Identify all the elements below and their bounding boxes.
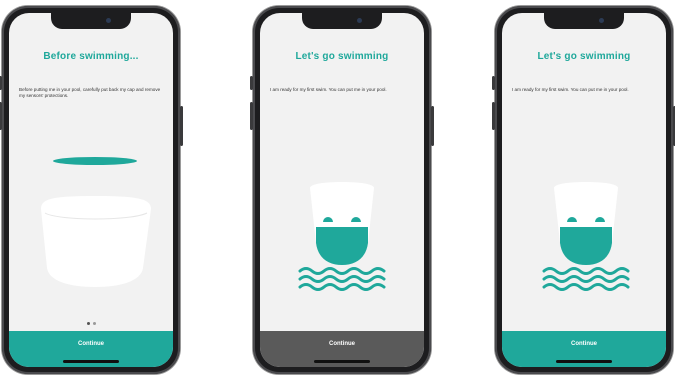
cap-and-sensor-cup-icon: [41, 157, 151, 287]
power-button: [180, 106, 183, 146]
screen-lets-go-swimming: Let's go swimming I am ready for my firs…: [502, 13, 666, 367]
waves-icon: [542, 267, 630, 291]
phone-frame-3: Let's go swimming I am ready for my firs…: [492, 6, 675, 374]
page-dot-active: [86, 322, 90, 325]
pagination-dots: [9, 322, 173, 325]
side-button: [492, 76, 495, 90]
phone-frame-2: Let's go swimming I am ready for my firs…: [250, 6, 434, 374]
volume-button: [250, 102, 253, 130]
power-button: [431, 106, 434, 146]
floating-cup-with-waves-icon: [298, 182, 386, 291]
home-indicator: [556, 360, 612, 363]
screen-lets-go-swimming: Let's go swimming I am ready for my firs…: [260, 13, 424, 367]
floating-cup-with-waves-icon: [542, 182, 630, 291]
screen-before-swimming: Before swimming... Before putting me in …: [9, 13, 173, 367]
cap-icon: [53, 157, 137, 165]
waves-icon: [298, 267, 386, 291]
volume-button: [492, 102, 495, 130]
volume-button: [0, 102, 2, 130]
home-indicator: [314, 360, 370, 363]
home-indicator: [63, 360, 119, 363]
side-button: [0, 76, 2, 90]
notch: [51, 13, 131, 29]
page-dot: [92, 322, 96, 325]
sensor-cup-icon: [41, 196, 151, 287]
side-button: [250, 76, 253, 90]
phone-frame-1: Before swimming... Before putting me in …: [0, 6, 183, 374]
notch: [302, 13, 382, 29]
notch: [544, 13, 624, 29]
